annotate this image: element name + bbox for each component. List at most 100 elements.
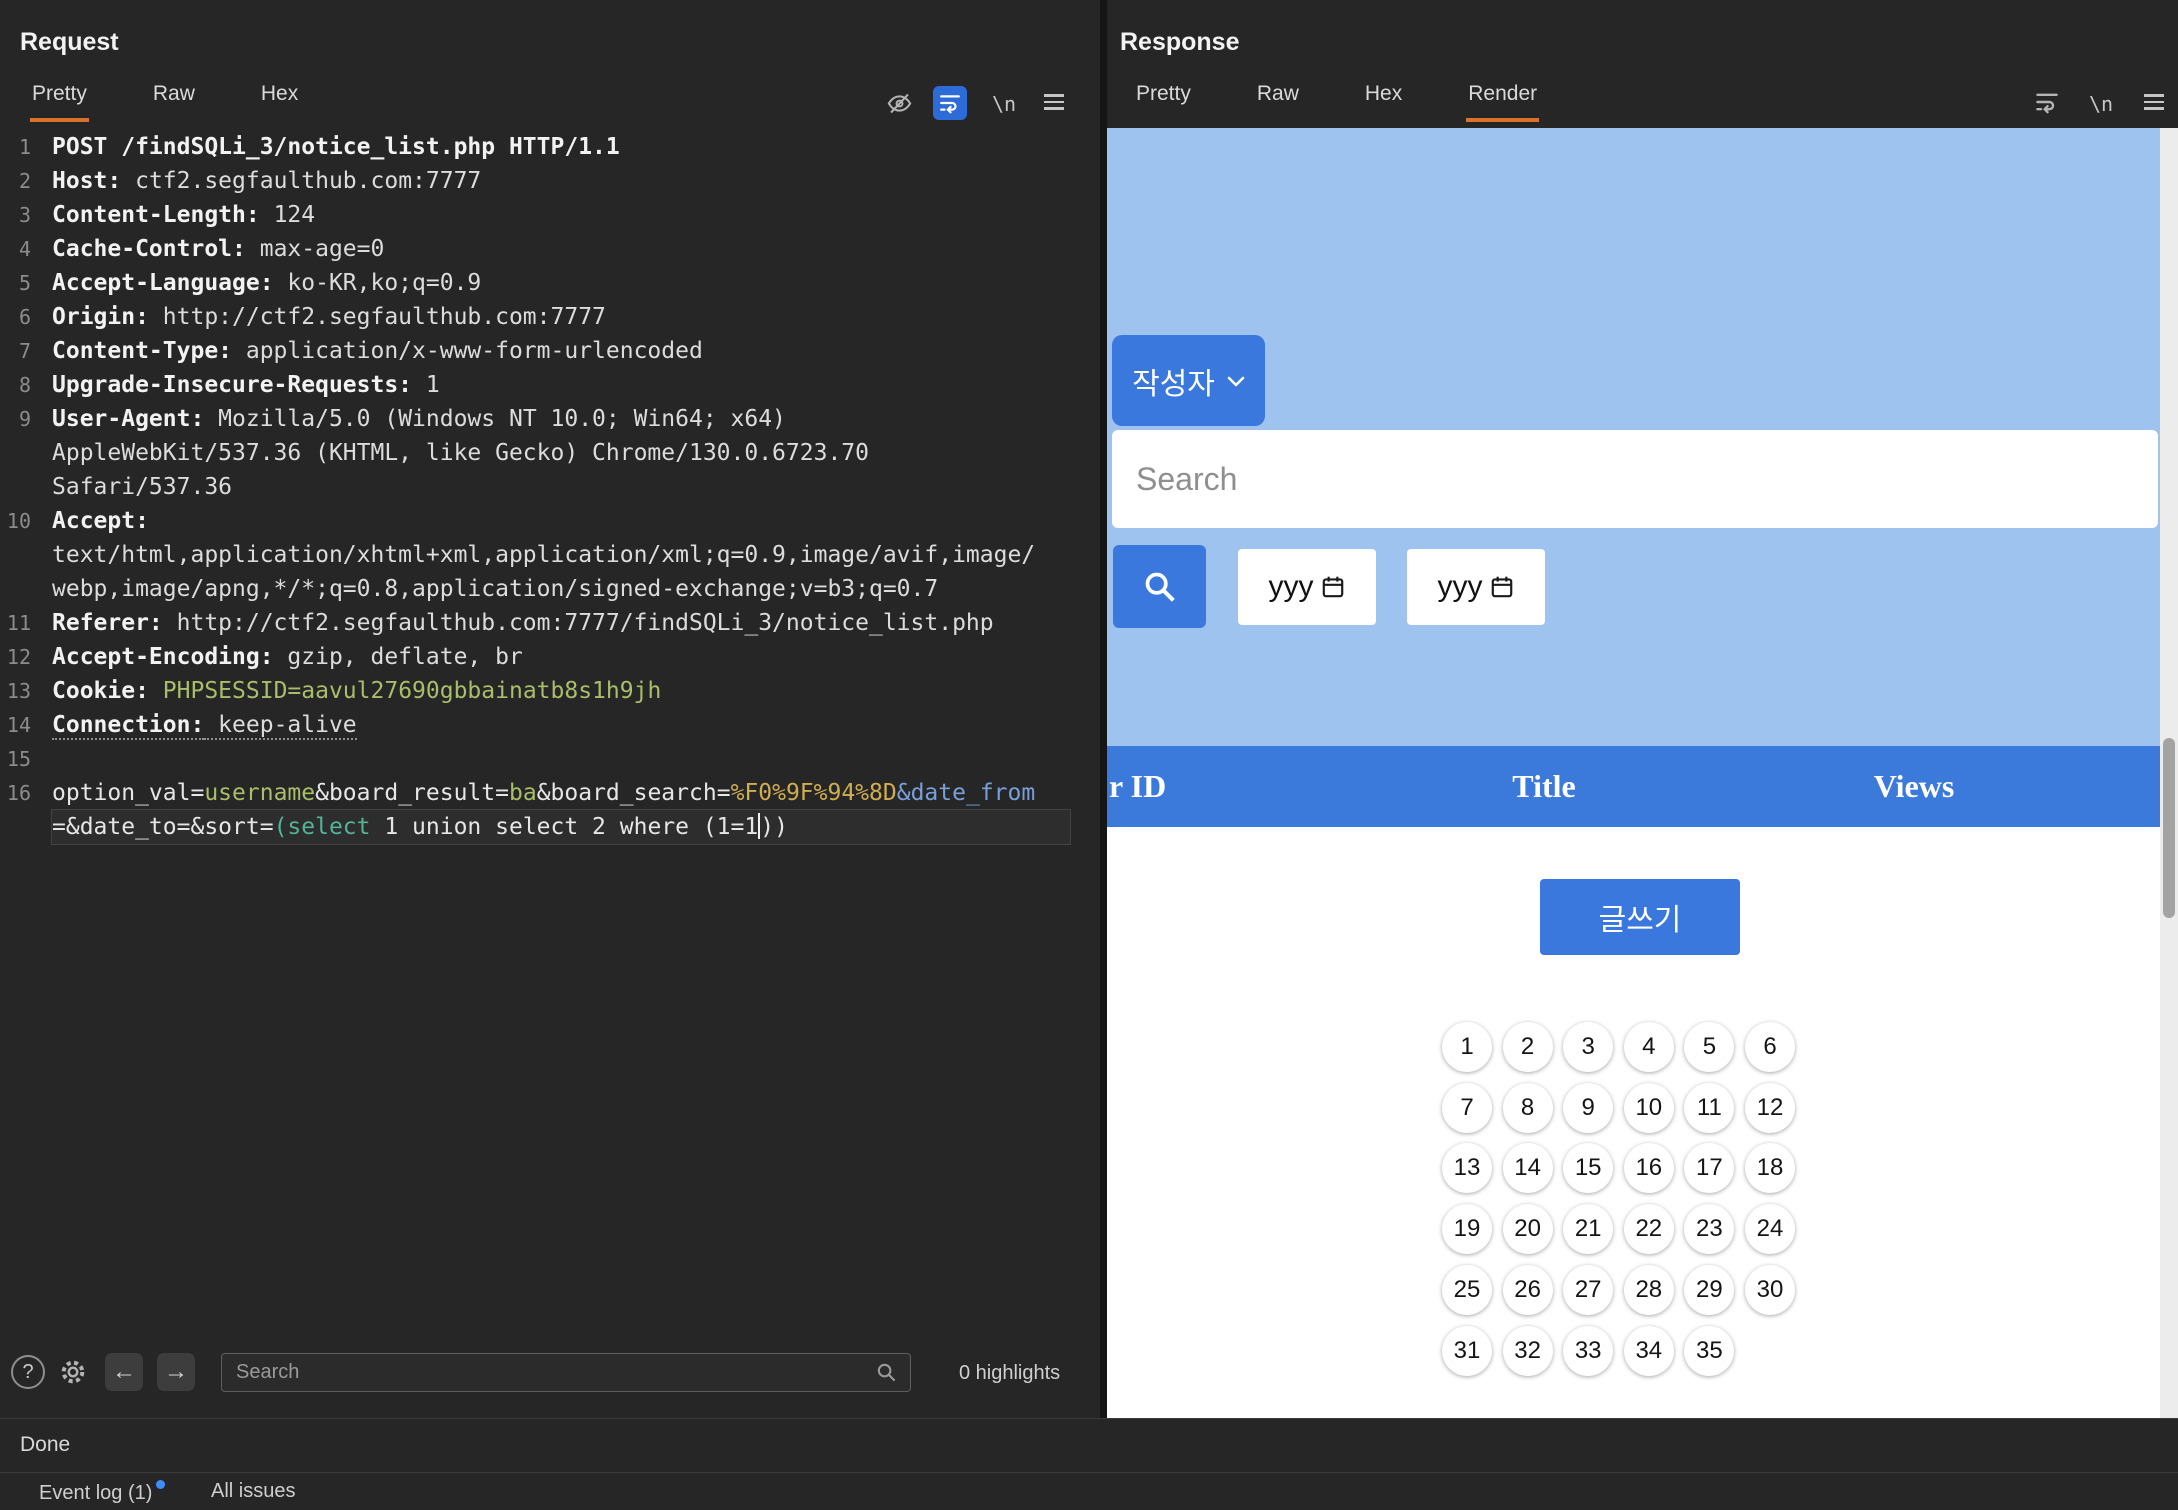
page-button-21[interactable]: 21 — [1563, 1204, 1613, 1254]
page-button-19[interactable]: 19 — [1442, 1204, 1492, 1254]
page-button-4[interactable]: 4 — [1624, 1022, 1674, 1072]
request-editor[interactable]: 1POST /findSQLi_3/notice_list.php HTTP/1… — [0, 130, 1100, 844]
line-number: 3 — [0, 198, 31, 232]
page-button-1[interactable]: 1 — [1442, 1022, 1492, 1072]
page-button-10[interactable]: 10 — [1624, 1083, 1674, 1133]
page-button-11[interactable]: 11 — [1684, 1083, 1734, 1133]
rendered-response: 작성자 yyy — [1107, 128, 2160, 1418]
page-button-16[interactable]: 16 — [1624, 1143, 1674, 1193]
board-search-button[interactable] — [1113, 545, 1206, 628]
code-segment: application/x-www-form-urlencoded — [232, 338, 703, 364]
request-line-wrap: Safari/537.36 — [0, 470, 1100, 504]
line-number: 12 — [0, 640, 31, 674]
code-segment: 1 — [412, 372, 440, 398]
page-button-8[interactable]: 8 — [1503, 1083, 1553, 1133]
page-button-29[interactable]: 29 — [1684, 1265, 1734, 1315]
menu-icon[interactable] — [2144, 90, 2164, 114]
board-search-input[interactable] — [1112, 430, 2158, 528]
code-segment: http://ctf2.segfaulthub.com:7777 — [149, 304, 606, 330]
request-footer: ? ← → 0 highlights — [0, 1352, 1100, 1400]
wrap-lines-button[interactable] — [2035, 90, 2059, 114]
request-search-input[interactable] — [221, 1353, 911, 1392]
page-button-32[interactable]: 32 — [1503, 1326, 1553, 1376]
line-content: Cache-Control: max-age=0 — [52, 232, 1070, 266]
page-button-20[interactable]: 20 — [1503, 1204, 1553, 1254]
line-content — [52, 742, 1070, 776]
page-button-22[interactable]: 22 — [1624, 1204, 1674, 1254]
code-segment: gzip, deflate, br — [274, 644, 523, 670]
date-to-input[interactable]: yyy — [1407, 549, 1545, 625]
date-from-input[interactable]: yyy — [1238, 549, 1376, 625]
line-content: Accept: — [52, 504, 1070, 538]
code-segment: (select — [274, 814, 371, 840]
code-segment — [149, 678, 163, 704]
page-button-28[interactable]: 28 — [1624, 1265, 1674, 1315]
page-button-7[interactable]: 7 — [1442, 1083, 1492, 1133]
event-log-label: Event log (1) — [39, 1482, 152, 1504]
code-segment: ko-KR,ko;q=0.9 — [274, 270, 482, 296]
line-number: 2 — [0, 164, 31, 198]
search-icon — [875, 1361, 898, 1384]
page-button-17[interactable]: 17 — [1684, 1143, 1734, 1193]
page-button-30[interactable]: 30 — [1745, 1265, 1795, 1315]
request-line-7: 7Content-Type: application/x-www-form-ur… — [0, 334, 1100, 368]
page-button-9[interactable]: 9 — [1563, 1083, 1613, 1133]
request-panel: Request PrettyRawHex — [0, 0, 1100, 1418]
author-dropdown-button[interactable]: 작성자 — [1112, 335, 1265, 426]
event-log-link[interactable]: Event log (1) — [39, 1480, 165, 1505]
line-content: Upgrade-Insecure-Requests: 1 — [52, 368, 1070, 402]
line-number: 4 — [0, 232, 31, 266]
request-line-15: 15 — [0, 742, 1100, 776]
request-line-10: 10 Accept: — [0, 504, 1100, 538]
page-button-18[interactable]: 18 — [1745, 1143, 1795, 1193]
page-button-31[interactable]: 31 — [1442, 1326, 1492, 1376]
line-number — [0, 810, 31, 844]
code-segment: Origin: — [52, 304, 149, 330]
pane-divider[interactable] — [1100, 0, 1107, 1418]
menu-icon[interactable] — [1044, 90, 1064, 114]
page-button-33[interactable]: 33 — [1563, 1326, 1613, 1376]
page-button-14[interactable]: 14 — [1503, 1143, 1553, 1193]
all-issues-link[interactable]: All issues — [211, 1480, 295, 1503]
page-button-35[interactable]: 35 — [1684, 1326, 1734, 1376]
page-button-24[interactable]: 24 — [1745, 1204, 1795, 1254]
wrap-lines-button[interactable] — [933, 86, 967, 120]
request-line-13: 13Cookie: PHPSESSID=aavul27690gbbainatb8… — [0, 674, 1100, 708]
page-button-13[interactable]: 13 — [1442, 1143, 1492, 1193]
page-button-2[interactable]: 2 — [1503, 1022, 1553, 1072]
page-button-15[interactable]: 15 — [1563, 1143, 1613, 1193]
page-button-3[interactable]: 3 — [1563, 1022, 1613, 1072]
scrollbar-thumb[interactable] — [2163, 738, 2175, 918]
history-back-button[interactable]: ← — [105, 1353, 143, 1391]
line-content: Content-Type: application/x-www-form-url… — [52, 334, 1070, 368]
history-forward-button[interactable]: → — [157, 1353, 195, 1391]
help-button[interactable]: ? — [11, 1355, 45, 1389]
search-icon — [1140, 567, 1180, 607]
burp-repeater-window: Request PrettyRawHex — [0, 0, 2178, 1510]
page-button-27[interactable]: 27 — [1563, 1265, 1613, 1315]
page-button-26[interactable]: 26 — [1503, 1265, 1553, 1315]
line-number: 11 — [0, 606, 31, 640]
show-nonprintable-button[interactable]: \n — [992, 92, 1016, 116]
eye-slash-icon — [886, 90, 913, 117]
page-button-6[interactable]: 6 — [1745, 1022, 1795, 1072]
page-button-25[interactable]: 25 — [1442, 1265, 1492, 1315]
settings-button[interactable] — [57, 1356, 89, 1388]
page-button-23[interactable]: 23 — [1684, 1204, 1734, 1254]
page-button-12[interactable]: 12 — [1745, 1083, 1795, 1133]
page-button-5[interactable]: 5 — [1684, 1022, 1734, 1072]
line-content: AppleWebKit/537.36 (KHTML, like Gecko) C… — [52, 436, 1070, 470]
status-message: Done — [0, 1418, 2178, 1472]
response-scrollbar[interactable] — [2160, 128, 2178, 1418]
show-nonprintable-button[interactable]: \n — [2089, 92, 2113, 116]
line-number: 10 — [0, 504, 31, 538]
line-content: option_val=username&board_result=ba&boar… — [52, 776, 1070, 810]
hide-highlights-button[interactable] — [886, 90, 913, 117]
code-segment: %F0%9F%94%8D — [731, 780, 897, 806]
code-segment: &date_from — [897, 780, 1035, 806]
request-line-wrap: webp,image/apng,*/*;q=0.8,application/si… — [0, 572, 1100, 606]
request-line-11: 11Referer: http://ctf2.segfaulthub.com:7… — [0, 606, 1100, 640]
request-line-5: 5Accept-Language: ko-KR,ko;q=0.9 — [0, 266, 1100, 300]
notification-dot — [156, 1480, 165, 1489]
page-button-34[interactable]: 34 — [1624, 1326, 1674, 1376]
